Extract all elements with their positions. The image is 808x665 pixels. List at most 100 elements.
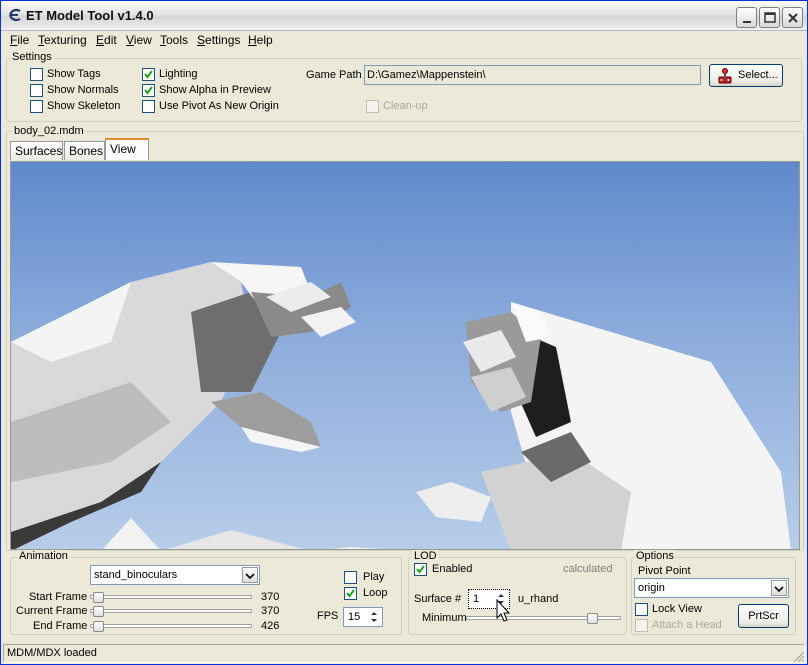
prtscr-button[interactable]: PrtScr [738, 604, 789, 628]
pivot-point-label: Pivot Point [638, 565, 691, 577]
animation-selected: stand_binoculars [94, 569, 178, 581]
joystick-icon [718, 68, 732, 84]
chevron-down-icon [245, 573, 255, 580]
end-frame-thumb[interactable] [93, 621, 104, 632]
end-frame-value: 426 [261, 620, 280, 632]
use-pivot-label: Use Pivot As New Origin [159, 100, 279, 112]
checkmark-icon [346, 589, 355, 598]
fps-value: 15 [348, 611, 361, 623]
dropdown-button[interactable] [242, 567, 258, 583]
lighting-checkbox[interactable] [142, 68, 155, 81]
surface-label: Surface # [414, 593, 462, 605]
show-skeleton-checkbox[interactable] [30, 100, 43, 113]
lock-view-checkbox[interactable] [635, 603, 648, 616]
calculated-label: calculated [563, 563, 613, 575]
current-frame-thumb[interactable] [93, 606, 104, 617]
surface-name: u_rhand [518, 593, 559, 605]
show-tags-label: Show Tags [47, 68, 101, 80]
menu-bar: File Texturing Edit View Tools Settings … [1, 31, 807, 49]
lod-title: LOD [412, 550, 439, 562]
window-title: ET Model Tool v1.4.0 [26, 8, 154, 23]
animation-dropdown[interactable]: stand_binoculars [90, 565, 260, 585]
settings-title: Settings [10, 51, 54, 63]
mouse-cursor-icon [496, 599, 511, 622]
minimum-label: Minimum [422, 612, 467, 624]
show-skeleton-label: Show Skeleton [47, 100, 121, 112]
close-button[interactable] [782, 7, 803, 28]
model-group-title: body_02.mdm [12, 125, 86, 137]
start-frame-label: Start Frame [29, 591, 88, 603]
loop-checkbox[interactable] [344, 587, 357, 600]
menu-view[interactable]: View [126, 33, 152, 47]
attach-head-label: Attach a Head [652, 619, 722, 631]
checkmark-icon [144, 86, 153, 95]
cleanup-checkbox[interactable] [366, 100, 379, 113]
right-arm-shape [416, 482, 491, 522]
resize-grip-icon[interactable] [793, 651, 805, 663]
fps-spinner[interactable]: 15 [343, 607, 383, 627]
end-frame-slider[interactable] [90, 624, 252, 628]
model-render [11, 262, 791, 549]
dropdown-button[interactable] [771, 580, 787, 596]
ground-shape [167, 530, 304, 549]
show-tags-checkbox[interactable] [30, 68, 43, 81]
ground-shape [102, 518, 160, 549]
lod-minimum-thumb[interactable] [587, 613, 598, 624]
animation-title: Animation [17, 550, 70, 562]
play-label: Play [363, 571, 385, 583]
menu-tools[interactable]: Tools [160, 33, 188, 47]
lod-enabled-checkbox[interactable] [414, 563, 427, 576]
menu-file[interactable]: File [10, 33, 29, 47]
chevron-down-icon [774, 586, 784, 593]
maximize-icon [764, 12, 776, 23]
minimize-icon [743, 21, 751, 23]
show-normals-label: Show Normals [47, 84, 119, 96]
model-viewport[interactable] [10, 161, 800, 550]
show-alpha-checkbox[interactable] [142, 84, 155, 97]
surface-value: 1 [473, 593, 480, 605]
minimize-button[interactable] [736, 7, 757, 28]
play-checkbox[interactable] [344, 571, 357, 584]
use-pivot-checkbox[interactable] [142, 100, 155, 113]
game-path-label: Game Path [306, 69, 362, 81]
show-normals-checkbox[interactable] [30, 84, 43, 97]
lighting-label: Lighting [159, 68, 198, 80]
maximize-button[interactable] [759, 7, 780, 28]
pivot-point-value: origin [638, 582, 665, 594]
tab-view[interactable]: View [105, 138, 149, 160]
start-frame-value: 370 [261, 591, 280, 603]
select-button-label: Select... [738, 69, 778, 81]
select-button[interactable]: Select... [709, 64, 783, 87]
menu-help[interactable]: Help [248, 33, 273, 47]
lock-view-label: Lock View [652, 603, 702, 615]
lod-enabled-label: Enabled [432, 563, 473, 575]
end-frame-label: End Frame [33, 620, 88, 632]
show-alpha-label: Show Alpha in Preview [159, 84, 271, 96]
app-icon [9, 8, 21, 22]
current-frame-value: 370 [261, 605, 280, 617]
pivot-point-dropdown[interactable]: origin [634, 578, 789, 598]
start-frame-thumb[interactable] [93, 592, 104, 603]
status-text: MDM/MDX loaded [7, 647, 97, 659]
menu-texturing[interactable]: Texturing [38, 33, 87, 47]
spinner-arrows-icon[interactable] [367, 609, 381, 625]
prtscr-label: PrtScr [748, 610, 779, 622]
menu-settings[interactable]: Settings [197, 33, 240, 47]
close-icon [788, 13, 798, 23]
game-path-field[interactable]: D:\Gamez\Mappenstein\ [364, 65, 701, 85]
app-window: ET Model Tool v1.4.0 File Texturing Edit… [0, 0, 808, 665]
loop-label: Loop [363, 587, 388, 599]
tab-bones[interactable]: Bones [64, 141, 105, 160]
fps-label: FPS [317, 610, 339, 622]
title-bar[interactable]: ET Model Tool v1.4.0 [1, 1, 807, 31]
current-frame-label: Current Frame [16, 605, 88, 617]
current-frame-slider[interactable] [90, 609, 252, 613]
menu-edit[interactable]: Edit [96, 33, 117, 47]
attach-head-checkbox[interactable] [635, 619, 648, 632]
tab-surfaces[interactable]: Surfaces [10, 141, 63, 160]
checkmark-icon [416, 565, 425, 574]
ground-shape [331, 547, 381, 549]
start-frame-slider[interactable] [90, 595, 252, 599]
checkmark-icon [144, 70, 153, 79]
cleanup-label: Clean-up [383, 100, 428, 112]
